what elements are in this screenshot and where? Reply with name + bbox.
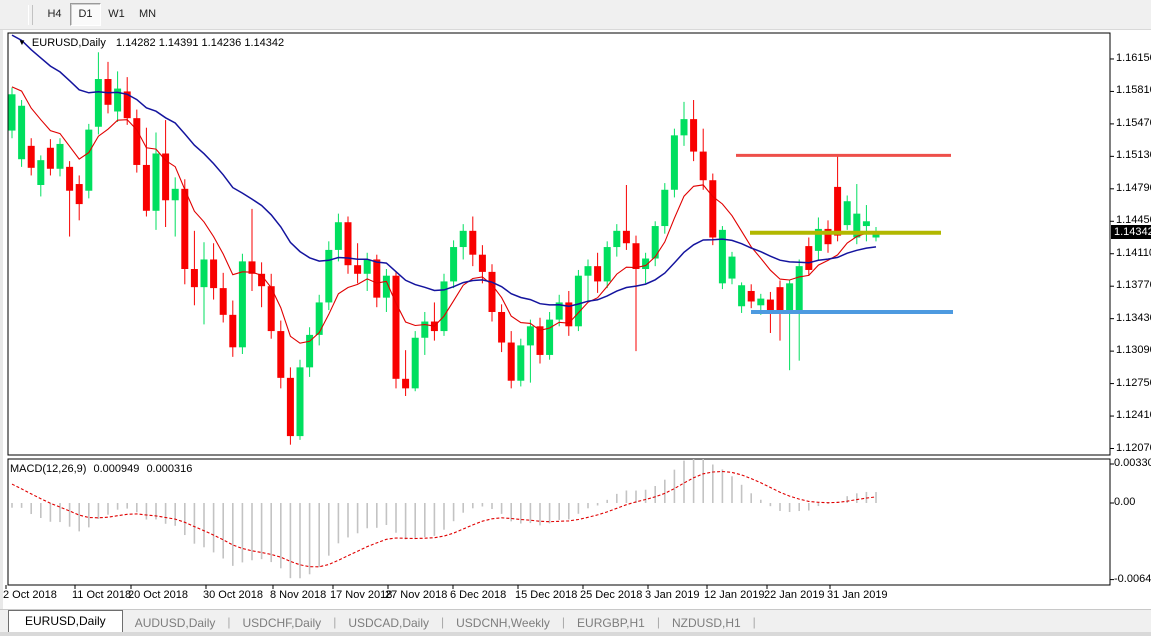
- price-axis-label: 1.15130: [1116, 149, 1151, 161]
- window-bottom-edge: [0, 632, 1151, 636]
- price-axis-label: 1.13770: [1116, 279, 1151, 291]
- candlestick-chart[interactable]: [0, 0, 1151, 636]
- price-axis-label: 1.14110: [1116, 247, 1151, 259]
- date-axis-label: 12 Jan 2019: [704, 589, 765, 601]
- macd-axis-label: 0.00: [1114, 496, 1135, 508]
- date-axis-label: 3 Jan 2019: [645, 589, 699, 601]
- date-axis-label: 31 Jan 2019: [827, 589, 888, 601]
- tab-separator: |: [753, 615, 756, 629]
- tab-eurgbp-h1[interactable]: EURGBP,H1: [565, 613, 657, 633]
- tab-usdcad-daily[interactable]: USDCAD,Daily: [336, 613, 441, 633]
- macd-main-value: 0.000949: [93, 463, 139, 475]
- current-price-badge: 1.14342: [1111, 225, 1151, 239]
- price-axis-label: 1.12750: [1116, 377, 1151, 389]
- date-axis-label: 2 Oct 2018: [3, 589, 57, 601]
- price-axis-label: 1.15810: [1116, 84, 1151, 96]
- date-axis-label: 6 Dec 2018: [450, 589, 506, 601]
- chevron-down-icon[interactable]: ▼: [18, 38, 26, 47]
- date-axis-label: 20 Oct 2018: [128, 589, 188, 601]
- date-axis-label: 11 Oct 2018: [72, 589, 131, 601]
- price-axis-label: 1.15470: [1116, 117, 1151, 129]
- macd-name: MACD(12,26,9): [10, 463, 86, 475]
- date-axis-label: 15 Dec 2018: [515, 589, 577, 601]
- price-axis-label: 1.13090: [1116, 344, 1151, 356]
- tab-eurusd-daily[interactable]: EURUSD,Daily: [8, 610, 123, 633]
- date-axis-label: 30 Oct 2018: [203, 589, 263, 601]
- date-axis-label: 27 Nov 2018: [385, 589, 447, 601]
- price-axis-label: 1.12070: [1116, 442, 1151, 454]
- macd-signal-value: 0.000316: [146, 463, 192, 475]
- symbol-tab-bar: EURUSD,Daily AUDUSD,Daily | USDCHF,Daily…: [0, 609, 1151, 633]
- date-axis-label: 22 Jan 2019: [764, 589, 825, 601]
- macd-axis-label: -0.00649: [1114, 573, 1151, 585]
- chart-title: ▼ EURUSD,Daily 1.14282 1.14391 1.14236 1.1…: [18, 37, 284, 49]
- tab-audusd-daily[interactable]: AUDUSD,Daily: [123, 613, 228, 633]
- chart-symbol-label: EURUSD,Daily: [32, 37, 106, 49]
- date-axis-label: 17 Nov 2018: [330, 589, 392, 601]
- price-axis-label: 1.13430: [1116, 312, 1151, 324]
- price-panel[interactable]: [8, 33, 1110, 455]
- date-axis-label: 8 Nov 2018: [270, 589, 326, 601]
- price-axis-label: 1.14790: [1116, 182, 1151, 194]
- tab-usdchf-daily[interactable]: USDCHF,Daily: [231, 613, 334, 633]
- macd-indicator-label: MACD(12,26,9) 0.000949 0.000316: [10, 463, 196, 475]
- price-axis-label: 1.16150: [1116, 52, 1151, 64]
- tab-nzdusd-h1[interactable]: NZDUSD,H1: [660, 613, 753, 633]
- chart-ohlc-values: 1.14282 1.14391 1.14236 1.14342: [116, 37, 284, 49]
- macd-panel[interactable]: [8, 459, 1110, 585]
- price-axis-label: 1.12410: [1116, 409, 1151, 421]
- macd-axis-label: 0.003306: [1114, 457, 1151, 469]
- date-axis-label: 25 Dec 2018: [580, 589, 642, 601]
- tab-usdcnh-weekly[interactable]: USDCNH,Weekly: [444, 613, 562, 633]
